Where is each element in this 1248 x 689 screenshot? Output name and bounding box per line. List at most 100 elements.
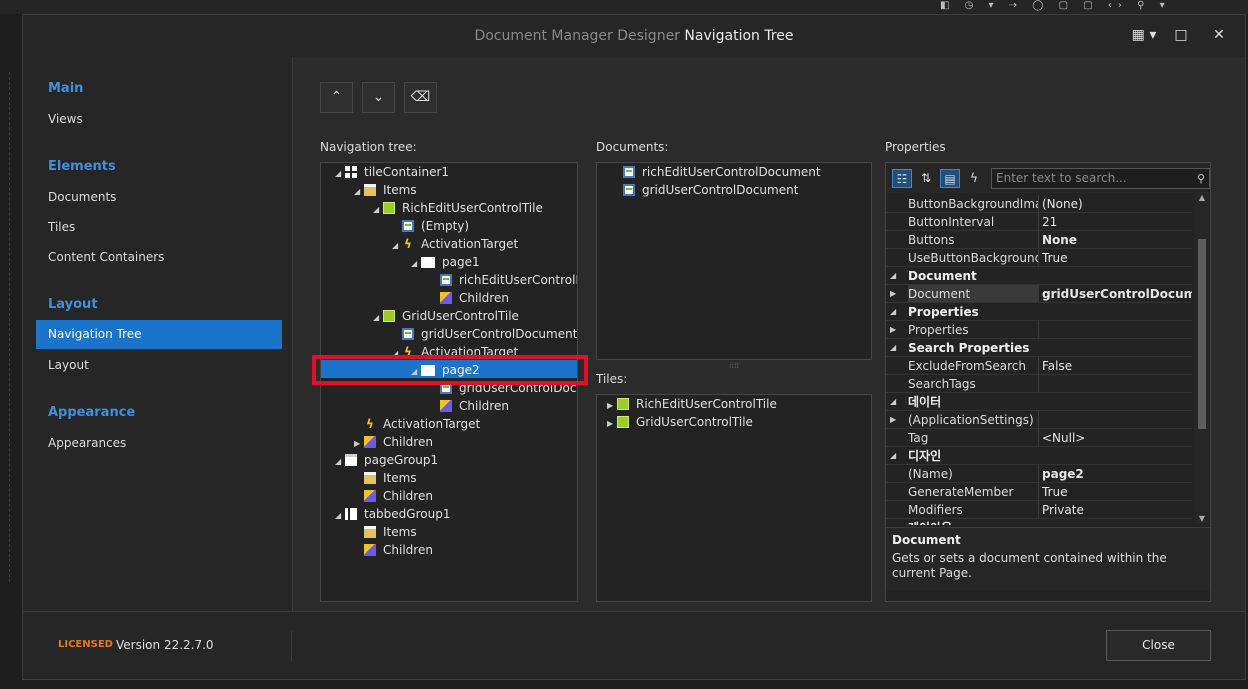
tree-row[interactable]: richEditUserControlDocument: [430, 271, 577, 289]
tree-row[interactable]: ◢ tileContainer1: [335, 163, 449, 181]
expand-arrow-icon[interactable]: ▶: [607, 415, 617, 433]
move-up-button[interactable]: ⌃: [320, 82, 353, 113]
property-value[interactable]: Private: [1042, 501, 1192, 519]
property-value[interactable]: None: [1042, 231, 1192, 249]
property-value[interactable]: 21: [1042, 213, 1192, 231]
tree-row[interactable]: Children: [430, 289, 509, 307]
move-down-button[interactable]: ⌄: [362, 82, 395, 113]
expand-arrow-icon[interactable]: ▶: [890, 285, 900, 303]
tree-row[interactable]: Children: [430, 397, 509, 415]
alphabetical-sort-icon[interactable]: ⇅: [916, 169, 936, 188]
property-category-row[interactable]: ◢ Document: [886, 267, 1192, 285]
items-icon: [364, 472, 376, 484]
property-row[interactable]: GenerateMember True: [886, 483, 1192, 501]
scroll-up-icon[interactable]: ▲: [1195, 193, 1209, 202]
expand-arrow-icon[interactable]: ◢: [354, 183, 364, 201]
tree-row[interactable]: Children: [354, 487, 433, 505]
sidebar-item-documents[interactable]: Documents: [48, 190, 116, 204]
clear-button[interactable]: ⌫: [404, 82, 437, 113]
property-category-row[interactable]: ◢ Search Properties: [886, 339, 1192, 357]
expand-arrow-icon[interactable]: ◢: [392, 237, 402, 255]
tree-row[interactable]: ◢ GridUserControlTile: [373, 307, 519, 325]
collapse-arrow-icon[interactable]: ◢: [890, 303, 900, 321]
property-row[interactable]: (Name) page2: [886, 465, 1192, 483]
tree-row[interactable]: Items: [354, 469, 417, 487]
tree-row[interactable]: Children: [354, 541, 433, 559]
close-button[interactable]: Close: [1106, 630, 1211, 661]
properties-view-icon[interactable]: ▤: [940, 169, 960, 188]
property-row[interactable]: ▶ Properties: [886, 321, 1192, 339]
tree-row[interactable]: gridUserControlDocument: [392, 325, 577, 343]
property-category-row[interactable]: ◢ 레이아웃: [886, 519, 1192, 525]
collapse-arrow-icon[interactable]: ◢: [890, 393, 900, 411]
scrollbar-thumb[interactable]: [1198, 239, 1206, 429]
property-value[interactable]: True: [1042, 249, 1192, 267]
panel-splitter[interactable]: ⁞⁞⁞⁞: [596, 361, 872, 370]
tree-row[interactable]: ◢ page1: [411, 253, 480, 271]
property-row[interactable]: UseButtonBackgroundI True: [886, 249, 1192, 267]
expand-arrow-icon[interactable]: ▶: [890, 411, 900, 429]
collapse-arrow-icon[interactable]: ◢: [890, 447, 900, 465]
property-category-row[interactable]: ◢ 디자인: [886, 447, 1192, 465]
tree-row[interactable]: ▶ Children: [354, 433, 433, 451]
sidebar-item-navigation-tree[interactable]: Navigation Tree: [36, 320, 282, 349]
property-grid-scrollbar[interactable]: ▲ ▼: [1195, 193, 1209, 523]
property-name: ButtonBackgroundImag: [908, 195, 1039, 212]
sidebar-item-views[interactable]: Views: [48, 112, 83, 126]
layout-dropdown-button[interactable]: ▦ ▾: [1127, 25, 1161, 45]
property-category-row[interactable]: ◢ 데이터: [886, 393, 1192, 411]
close-window-button[interactable]: ✕: [1207, 25, 1231, 45]
expand-arrow-icon[interactable]: ◢: [411, 255, 421, 273]
tree-row[interactable]: ◢ ϟ ActivationTarget: [392, 235, 518, 253]
collapse-arrow-icon[interactable]: ◢: [890, 267, 900, 285]
property-row[interactable]: ButtonInterval 21: [886, 213, 1192, 231]
property-row[interactable]: SearchTags: [886, 375, 1192, 393]
scroll-down-icon[interactable]: ▼: [1195, 514, 1209, 523]
sidebar-item-tiles[interactable]: Tiles: [48, 220, 75, 234]
navigation-tree-label: Navigation tree:: [320, 140, 417, 154]
tiles-list-item[interactable]: ▶ GridUserControlTile: [607, 413, 753, 431]
property-value[interactable]: (None): [1042, 195, 1192, 213]
tree-row[interactable]: ◢ RichEditUserControlTile: [373, 199, 543, 217]
events-bolt-icon[interactable]: ϟ: [964, 169, 984, 188]
expand-arrow-icon[interactable]: ◢: [335, 165, 345, 183]
property-value[interactable]: <Null>: [1042, 429, 1192, 447]
tree-row[interactable]: ◢ Items: [354, 181, 417, 199]
property-row[interactable]: Buttons None: [886, 231, 1192, 249]
property-category-row[interactable]: ◢ Properties: [886, 303, 1192, 321]
property-row[interactable]: ButtonBackgroundImag (None): [886, 195, 1192, 213]
tree-row[interactable]: (Empty): [392, 217, 469, 235]
expand-arrow-icon[interactable]: ◢: [335, 453, 345, 471]
expand-arrow-icon[interactable]: ▶: [890, 321, 900, 339]
documents-list-item[interactable]: gridUserControlDocument: [623, 181, 798, 199]
property-row[interactable]: Modifiers Private: [886, 501, 1192, 519]
sidebar-item-layout[interactable]: Layout: [48, 358, 89, 372]
property-name: Tag: [908, 429, 1039, 446]
expand-arrow-icon[interactable]: ◢: [373, 201, 383, 219]
categorized-view-icon[interactable]: ☷: [892, 169, 912, 188]
expand-arrow-icon[interactable]: ◢: [335, 507, 345, 525]
tiles-list-item[interactable]: ▶ RichEditUserControlTile: [607, 395, 777, 413]
sidebar-item-content-containers[interactable]: Content Containers: [48, 250, 164, 264]
documents-list-item[interactable]: richEditUserControlDocument: [623, 163, 821, 181]
property-row[interactable]: ▶ DocumentgridUserControlDocumen: [886, 285, 1192, 303]
tree-row-label: Children: [459, 291, 509, 305]
maximize-button[interactable]: □: [1169, 25, 1193, 45]
property-value[interactable]: True: [1042, 483, 1192, 501]
tree-row[interactable]: ◢ tabbedGroup1: [335, 505, 450, 523]
property-row[interactable]: Tag <Null>: [886, 429, 1192, 447]
property-value[interactable]: page2: [1042, 465, 1192, 483]
collapse-arrow-icon[interactable]: ◢: [890, 519, 900, 525]
property-search-input[interactable]: Enter text to search... ⚲: [991, 168, 1210, 189]
collapse-arrow-icon[interactable]: ◢: [890, 339, 900, 357]
tree-row[interactable]: ϟ ActivationTarget: [354, 415, 480, 433]
tree-row[interactable]: ◢ pageGroup1: [335, 451, 438, 469]
document-manager-designer-dialog: Document Manager Designer Navigation Tre…: [22, 14, 1246, 680]
expand-arrow-icon[interactable]: ◢: [373, 309, 383, 327]
tree-row[interactable]: Items: [354, 523, 417, 541]
property-row[interactable]: ▶ (ApplicationSettings): [886, 411, 1192, 429]
property-value[interactable]: False: [1042, 357, 1192, 375]
property-row[interactable]: ExcludeFromSearch False: [886, 357, 1192, 375]
property-value[interactable]: gridUserControlDocumen: [1042, 285, 1192, 303]
sidebar-item-appearances[interactable]: Appearances: [48, 436, 126, 450]
